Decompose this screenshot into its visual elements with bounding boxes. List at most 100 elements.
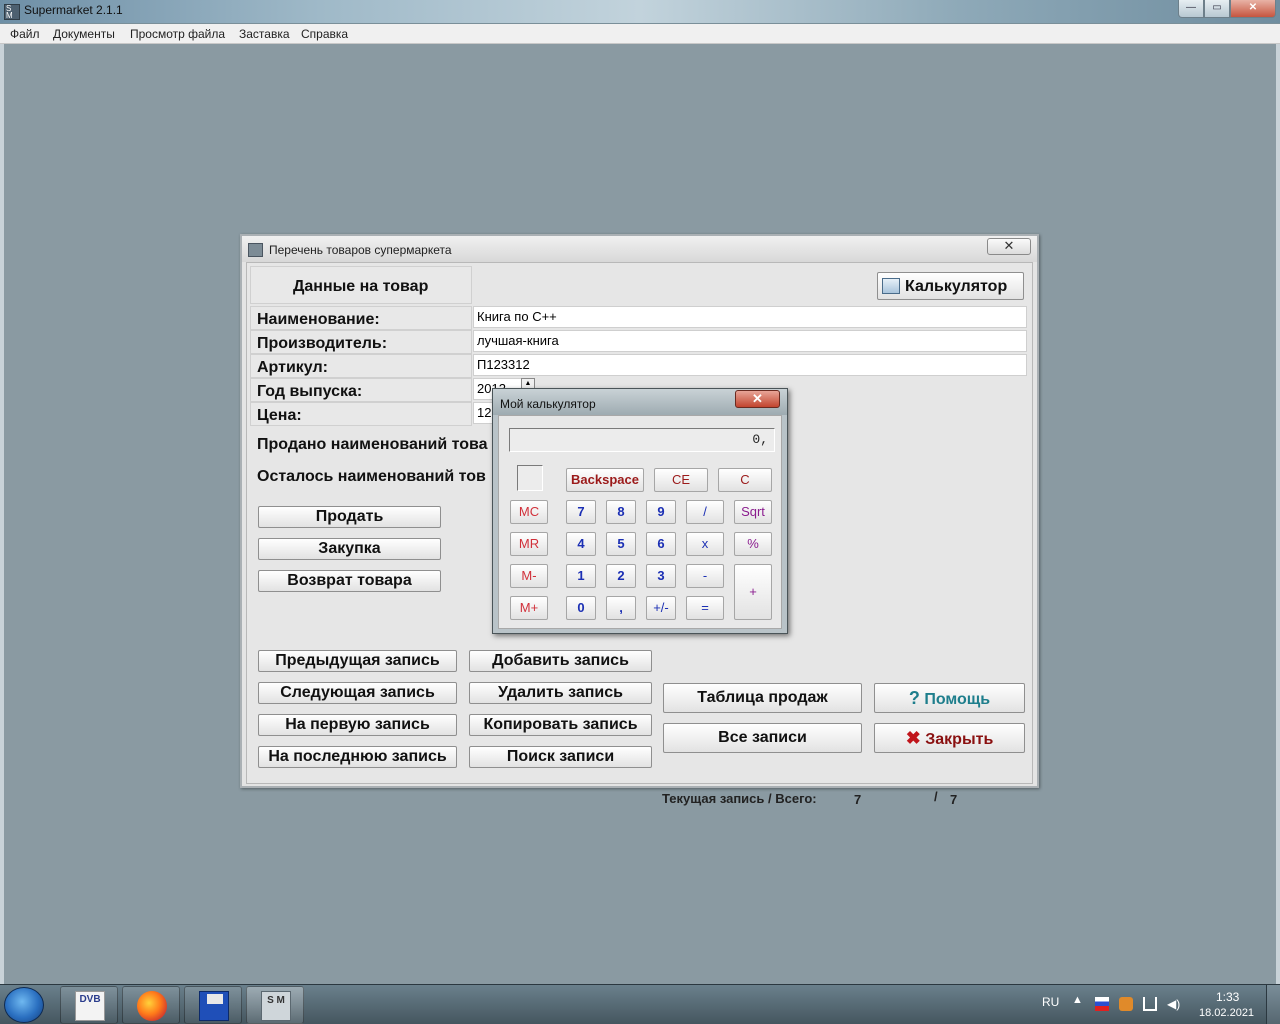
calculator-button[interactable]: Калькулятор bbox=[877, 272, 1024, 300]
dvb-icon-label: DVB bbox=[79, 994, 101, 1005]
return-button[interactable]: Возврат товара bbox=[258, 570, 441, 592]
minimize-button[interactable]: — bbox=[1178, 0, 1204, 18]
calculator-body: 0, Backspace CE C MC 7 8 9 / Sqrt MR 4 5… bbox=[498, 415, 782, 629]
app-title: Supermarket 2.1.1 bbox=[24, 3, 123, 17]
purchase-button[interactable]: Закупка bbox=[258, 538, 441, 560]
menu-file[interactable]: Файл bbox=[10, 27, 40, 41]
product-window-close-button[interactable]: ✕ bbox=[987, 238, 1031, 255]
supermarket-icon-label: S M bbox=[267, 995, 285, 1006]
calculator-display: 0, bbox=[509, 428, 775, 452]
comma-key[interactable]: , bbox=[606, 596, 636, 620]
calculator-titlebar: Мой калькулятор ✕ bbox=[493, 389, 787, 415]
percent-key[interactable]: % bbox=[734, 532, 772, 556]
supermarket-icon: S M bbox=[261, 991, 291, 1021]
close-window-button[interactable]: ✖ Закрыть bbox=[874, 723, 1025, 753]
app-titlebar: SM Supermarket 2.1.1 — ▭ ✕ bbox=[0, 0, 1280, 24]
help-button-label: Помощь bbox=[924, 690, 991, 708]
prev-record-button[interactable]: Предыдущая запись bbox=[258, 650, 457, 672]
sold-count-label: Продано наименований това bbox=[257, 436, 488, 453]
clock-time[interactable]: 1:33 bbox=[1216, 990, 1239, 1004]
flag-icon[interactable] bbox=[1095, 997, 1109, 1011]
tray-app-icon[interactable] bbox=[1119, 997, 1133, 1011]
article-label: Артикул: bbox=[257, 359, 328, 376]
delete-record-button[interactable]: Удалить запись bbox=[469, 682, 652, 704]
digit-2-key[interactable]: 2 bbox=[606, 564, 636, 588]
digit-1-key[interactable]: 1 bbox=[566, 564, 596, 588]
calculator-close-button[interactable]: ✕ bbox=[735, 390, 780, 408]
close-button[interactable]: ✕ bbox=[1230, 0, 1276, 18]
taskbar: DVB S M RU ▲ ◀) 1:33 18.02.2021 bbox=[0, 984, 1280, 1024]
status-separator: / bbox=[934, 789, 938, 804]
ce-key[interactable]: CE bbox=[654, 468, 708, 492]
digit-5-key[interactable]: 5 bbox=[606, 532, 636, 556]
add-key[interactable]: + bbox=[734, 564, 772, 620]
menu-help[interactable]: Справка bbox=[301, 27, 348, 41]
product-window-title: Перечень товаров супермаркета bbox=[269, 243, 452, 257]
status-current-record: 7 bbox=[854, 792, 862, 807]
divide-key[interactable]: / bbox=[686, 500, 724, 524]
search-record-button[interactable]: Поиск записи bbox=[469, 746, 652, 768]
product-window-titlebar: Перечень товаров супермаркета ✕ bbox=[242, 236, 1037, 262]
copy-record-button[interactable]: Копировать запись bbox=[469, 714, 652, 736]
remaining-count-label: Осталось наименований тов bbox=[257, 468, 486, 485]
start-button[interactable] bbox=[4, 987, 44, 1023]
all-records-button[interactable]: Все записи bbox=[663, 723, 862, 753]
add-record-button[interactable]: Добавить запись bbox=[469, 650, 652, 672]
menubar: Файл Документы Просмотр файла Заставка С… bbox=[0, 24, 1280, 44]
calculator-window: Мой калькулятор ✕ 0, Backspace CE C MC 7… bbox=[492, 388, 788, 634]
backspace-key[interactable]: Backspace bbox=[566, 468, 644, 492]
status-label: Текущая запись / Всего: bbox=[662, 791, 817, 806]
calculator-button-label: Калькулятор bbox=[905, 278, 1008, 295]
menu-documents[interactable]: Документы bbox=[53, 27, 115, 41]
network-icon[interactable] bbox=[1143, 997, 1157, 1011]
taskbar-app-dvb[interactable]: DVB bbox=[60, 986, 118, 1024]
last-record-button[interactable]: На последнюю запись bbox=[258, 746, 457, 768]
product-data-header: Данные на товар bbox=[293, 278, 429, 295]
maximize-button[interactable]: ▭ bbox=[1204, 0, 1230, 18]
digit-6-key[interactable]: 6 bbox=[646, 532, 676, 556]
m-minus-key[interactable]: M- bbox=[510, 564, 548, 588]
question-icon: ? bbox=[908, 687, 920, 708]
show-desktop-button[interactable] bbox=[1266, 985, 1280, 1024]
taskbar-app-firefox[interactable] bbox=[122, 986, 180, 1024]
cross-icon: ✖ bbox=[905, 727, 921, 748]
year-label: Год выпуска: bbox=[257, 383, 363, 400]
floppy-label-area bbox=[207, 994, 223, 1004]
name-field[interactable]: Книга по С++ bbox=[473, 306, 1027, 328]
multiply-key[interactable]: x bbox=[686, 532, 724, 556]
clock-date[interactable]: 18.02.2021 bbox=[1199, 1007, 1254, 1019]
c-key[interactable]: C bbox=[718, 468, 772, 492]
price-label: Цена: bbox=[257, 407, 302, 424]
digit-0-key[interactable]: 0 bbox=[566, 596, 596, 620]
digit-9-key[interactable]: 9 bbox=[646, 500, 676, 524]
sales-table-button[interactable]: Таблица продаж bbox=[663, 683, 862, 713]
equals-key[interactable]: = bbox=[686, 596, 724, 620]
first-record-button[interactable]: На первую запись bbox=[258, 714, 457, 736]
help-button[interactable]: ? Помощь bbox=[874, 683, 1025, 713]
menu-splash[interactable]: Заставка bbox=[239, 27, 290, 41]
volume-icon[interactable]: ◀) bbox=[1167, 997, 1181, 1011]
mc-key[interactable]: MC bbox=[510, 500, 548, 524]
sell-button[interactable]: Продать bbox=[258, 506, 441, 528]
maker-field[interactable]: лучшая-книга bbox=[473, 330, 1027, 352]
next-record-button[interactable]: Следующая запись bbox=[258, 682, 457, 704]
language-indicator[interactable]: RU bbox=[1042, 995, 1059, 1009]
taskbar-app-supermarket[interactable]: S M bbox=[246, 986, 304, 1024]
dvb-icon: DVB bbox=[75, 991, 105, 1021]
tray-expand-icon[interactable]: ▲ bbox=[1072, 994, 1083, 1006]
sqrt-key[interactable]: Sqrt bbox=[734, 500, 772, 524]
memory-indicator bbox=[517, 465, 543, 491]
window-icon bbox=[248, 243, 263, 257]
digit-8-key[interactable]: 8 bbox=[606, 500, 636, 524]
article-field[interactable]: П123312 bbox=[473, 354, 1027, 376]
digit-7-key[interactable]: 7 bbox=[566, 500, 596, 524]
taskbar-app-save[interactable] bbox=[184, 986, 242, 1024]
digit-4-key[interactable]: 4 bbox=[566, 532, 596, 556]
maker-label: Производитель: bbox=[257, 335, 388, 352]
digit-3-key[interactable]: 3 bbox=[646, 564, 676, 588]
subtract-key[interactable]: - bbox=[686, 564, 724, 588]
m-plus-key[interactable]: M+ bbox=[510, 596, 548, 620]
mr-key[interactable]: MR bbox=[510, 532, 548, 556]
sign-key[interactable]: +/- bbox=[646, 596, 676, 620]
menu-view-file[interactable]: Просмотр файла bbox=[130, 27, 225, 41]
